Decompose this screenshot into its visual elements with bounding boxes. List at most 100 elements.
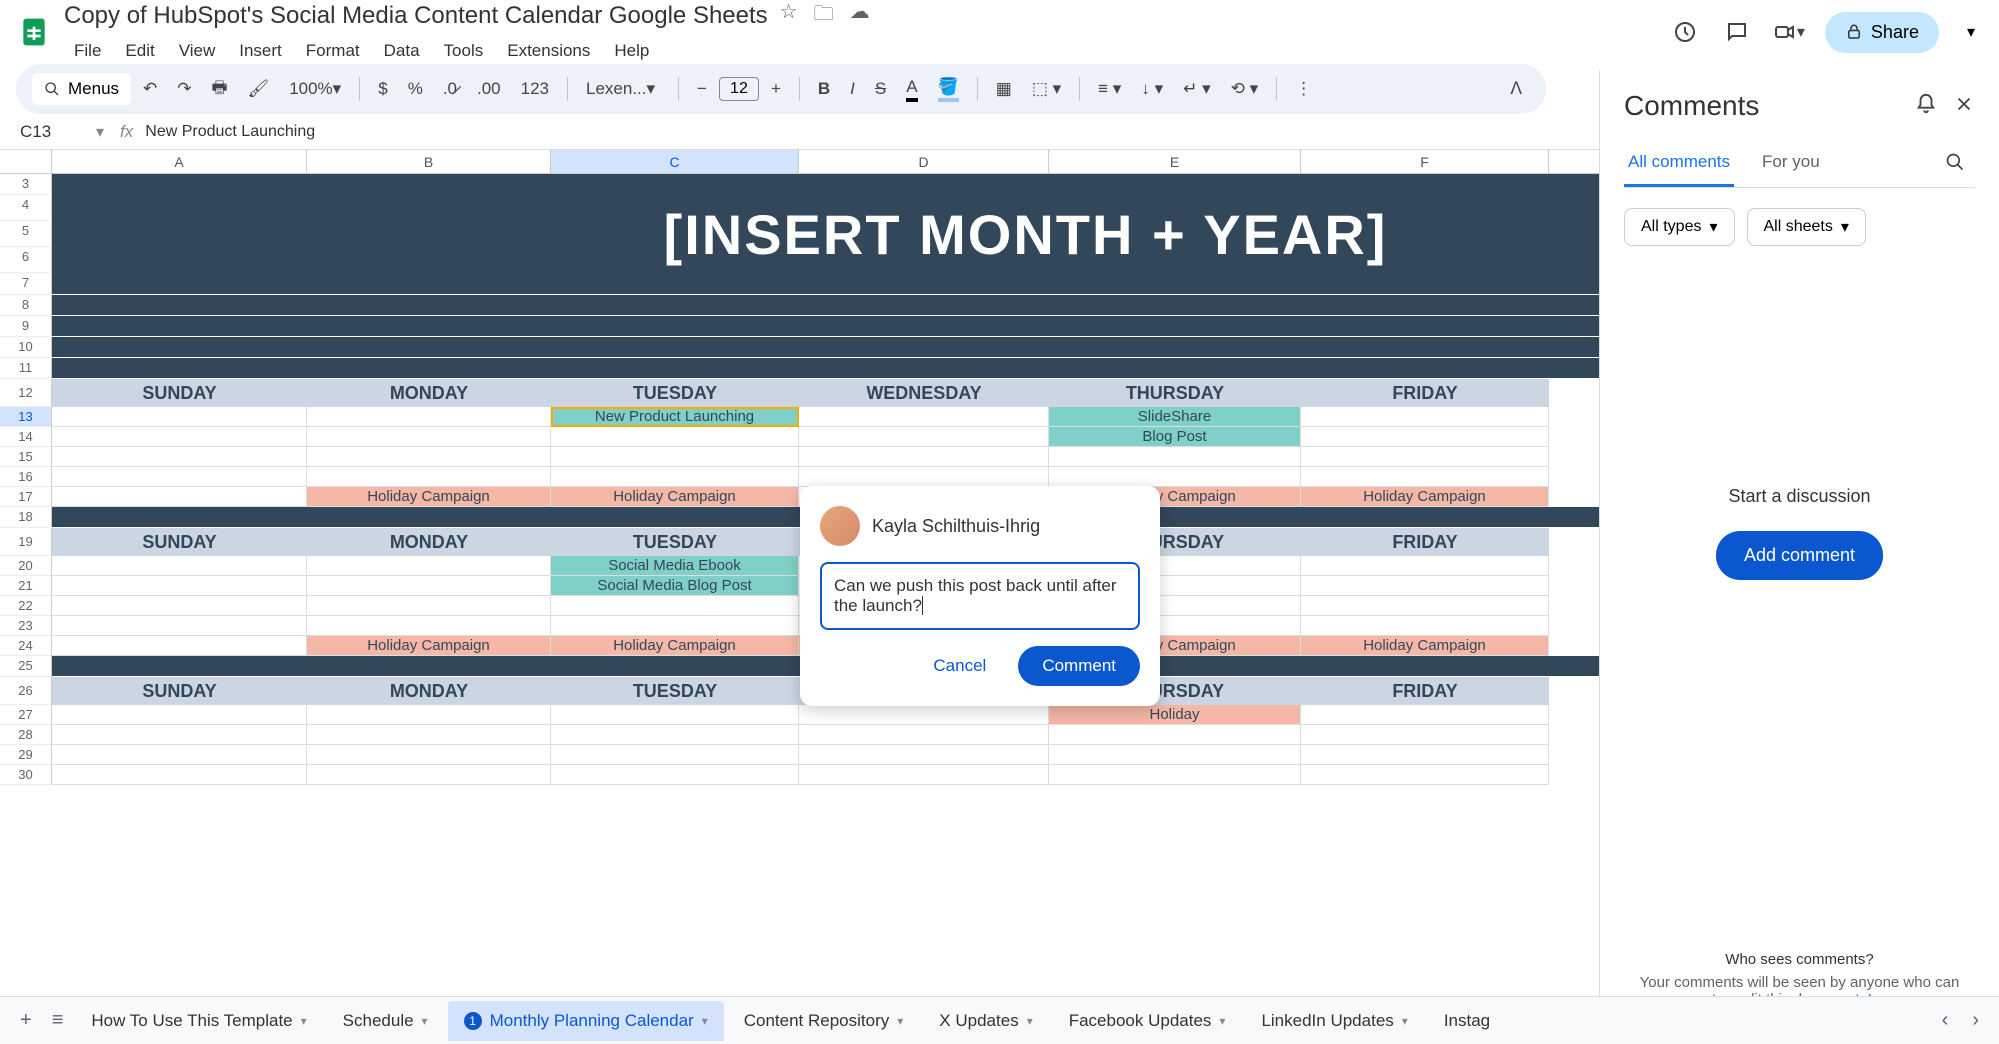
sheet-tab[interactable]: Schedule ▾ (327, 1001, 444, 1041)
decrease-decimal-icon[interactable]: .0̷ (435, 73, 465, 105)
sheet-tab[interactable]: Content Repository ▾ (728, 1001, 920, 1041)
row-header[interactable]: 4 (0, 195, 52, 221)
tab-for-you[interactable]: For you (1758, 142, 1824, 187)
day-header[interactable]: SUNDAY (52, 379, 307, 407)
more-icon[interactable]: ⋮ (1287, 73, 1320, 105)
row-header[interactable]: 8 (0, 295, 52, 316)
wrap-icon[interactable]: ↵ ▾ (1175, 73, 1219, 105)
sheet-tab[interactable]: How To Use This Template ▾ (75, 1001, 322, 1041)
halign-icon[interactable]: ≡ ▾ (1090, 73, 1129, 105)
menus-search[interactable]: Menus (32, 73, 131, 105)
menu-data[interactable]: Data (374, 37, 430, 65)
menu-view[interactable]: View (169, 37, 226, 65)
sheet-tab[interactable]: Instag (1428, 1001, 1506, 1041)
cell[interactable]: Holiday Campaign (551, 487, 799, 507)
sheet-tab[interactable]: X Updates ▾ (923, 1001, 1048, 1041)
cancel-button[interactable]: Cancel (913, 646, 1006, 686)
comment-button[interactable]: Comment (1018, 646, 1140, 686)
close-icon[interactable] (1953, 93, 1975, 120)
star-icon[interactable]: ☆ (780, 0, 798, 33)
italic-icon[interactable]: I (842, 73, 863, 105)
font-size-increase[interactable]: + (763, 73, 789, 105)
history-icon[interactable] (1669, 16, 1701, 48)
tab-all-comments[interactable]: All comments (1624, 142, 1734, 187)
ref-caret-icon[interactable]: ▾ (96, 122, 104, 142)
font-size-input[interactable]: 12 (719, 77, 759, 101)
doc-title[interactable]: Copy of HubSpot's Social Media Content C… (64, 2, 768, 30)
cell[interactable]: Holiday Campaign (307, 487, 551, 507)
format-123[interactable]: 123 (513, 73, 557, 105)
day-header[interactable]: MONDAY (307, 379, 551, 407)
row-header[interactable]: 29 (0, 745, 52, 765)
row-header[interactable]: 12 (0, 379, 52, 407)
share-button[interactable]: Share (1825, 12, 1939, 53)
all-sheets-icon[interactable]: ≡ (44, 1001, 72, 1040)
menu-file[interactable]: File (64, 37, 111, 65)
row-header[interactable]: 28 (0, 725, 52, 745)
col-header-E[interactable]: E (1049, 150, 1301, 173)
cell-reference-input[interactable] (16, 118, 96, 146)
notifications-icon[interactable] (1915, 93, 1937, 120)
tab-scroll-right-icon[interactable]: › (1964, 1001, 1987, 1040)
row-header[interactable]: 20 (0, 556, 52, 576)
tab-scroll-left-icon[interactable]: ‹ (1934, 1001, 1957, 1040)
add-comment-button[interactable]: Add comment (1716, 531, 1883, 580)
row-header[interactable]: 16 (0, 467, 52, 487)
menu-extensions[interactable]: Extensions (497, 37, 600, 65)
percent-icon[interactable]: % (400, 73, 431, 105)
col-header-F[interactable]: F (1301, 150, 1549, 173)
sheets-logo[interactable] (16, 14, 52, 50)
cell[interactable]: Blog Post (1049, 427, 1301, 447)
paint-format-icon[interactable]: 🖌 (240, 73, 278, 105)
font-size-decrease[interactable]: − (689, 73, 715, 105)
filter-sheets[interactable]: All sheets ▾ (1747, 208, 1866, 246)
redo-icon[interactable]: ↷ (169, 73, 199, 105)
increase-decimal-icon[interactable]: .00 (469, 73, 509, 105)
menu-format[interactable]: Format (296, 37, 370, 65)
selected-cell[interactable]: New Product Launching (551, 407, 799, 427)
row-header[interactable]: 13 (0, 407, 52, 427)
strike-icon[interactable]: S (867, 73, 894, 105)
col-header-C[interactable]: C (551, 150, 799, 173)
bold-icon[interactable]: B (810, 73, 838, 105)
row-header[interactable]: 19 (0, 528, 52, 556)
row-header[interactable]: 27 (0, 705, 52, 725)
video-icon[interactable]: ▾ (1773, 16, 1805, 48)
row-header[interactable]: 18 (0, 507, 52, 528)
zoom-select[interactable]: 100% ▾ (281, 75, 349, 103)
cloud-icon[interactable]: ☁ (850, 0, 870, 33)
sheet-tab[interactable]: Facebook Updates ▾ (1053, 1001, 1242, 1041)
row-header[interactable]: 25 (0, 656, 52, 677)
row-header[interactable]: 7 (0, 273, 52, 295)
cell[interactable]: SlideShare (1049, 407, 1301, 427)
font-select[interactable]: Lexen... ▾ (578, 75, 668, 103)
sheet-tab-active[interactable]: 1Monthly Planning Calendar ▾ (448, 1001, 724, 1041)
menu-help[interactable]: Help (604, 37, 659, 65)
row-header[interactable]: 11 (0, 358, 52, 379)
borders-icon[interactable]: ▦ (988, 73, 1020, 105)
row-header[interactable]: 14 (0, 427, 52, 447)
col-header-D[interactable]: D (799, 150, 1049, 173)
share-caret[interactable]: ▾ (1959, 14, 1983, 50)
move-icon[interactable]: 🗀 (814, 0, 834, 33)
row-header[interactable]: 21 (0, 576, 52, 596)
day-header[interactable]: TUESDAY (551, 379, 799, 407)
row-header[interactable]: 3 (0, 174, 52, 195)
row-header[interactable]: 15 (0, 447, 52, 467)
fill-color-icon[interactable]: 🪣 (930, 71, 967, 108)
currency-icon[interactable]: $ (370, 73, 395, 105)
cell[interactable]: Holiday Campaign (1301, 487, 1549, 507)
row-header[interactable]: 24 (0, 636, 52, 656)
sheet-tab[interactable]: LinkedIn Updates ▾ (1245, 1001, 1423, 1041)
comment-textarea[interactable]: Can we push this post back until after t… (820, 562, 1140, 630)
valign-icon[interactable]: ↓ ▾ (1133, 73, 1171, 105)
row-header[interactable]: 22 (0, 596, 52, 616)
undo-icon[interactable]: ↶ (135, 73, 165, 105)
select-all-corner[interactable] (0, 150, 52, 173)
rotate-icon[interactable]: ⟲ ▾ (1223, 73, 1267, 105)
row-header[interactable]: 17 (0, 487, 52, 507)
row-header[interactable]: 26 (0, 677, 52, 705)
filter-types[interactable]: All types ▾ (1624, 208, 1735, 246)
row-header[interactable]: 30 (0, 765, 52, 785)
search-icon[interactable] (1935, 142, 1975, 187)
